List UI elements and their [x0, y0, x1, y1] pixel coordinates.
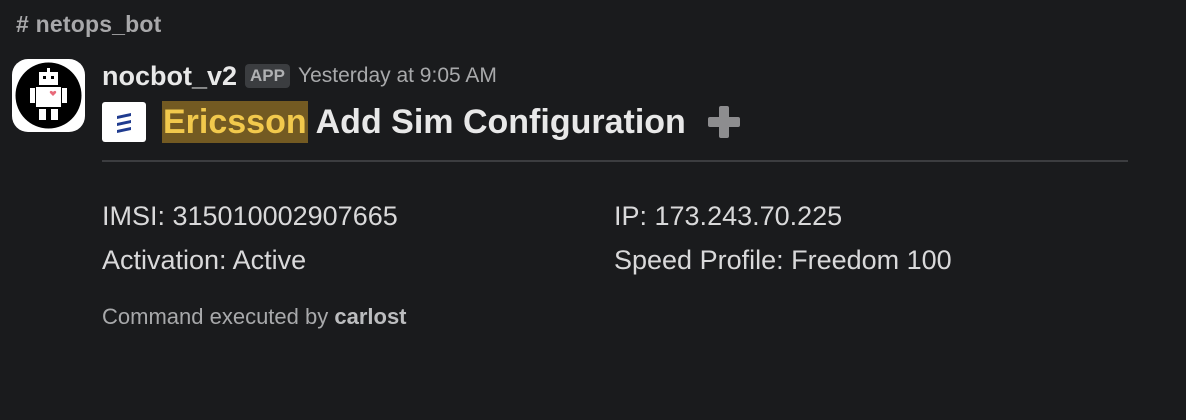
ip-field: IP: 173.243.70.225	[614, 201, 843, 231]
section-divider	[102, 160, 1128, 162]
activation-field: Activation: Active	[102, 245, 307, 275]
title-highlight: Ericsson	[162, 101, 308, 143]
message-header: nocbot_v2 APP Yesterday at 9:05 AM	[102, 58, 497, 94]
avatar[interactable]	[12, 59, 85, 132]
message-title: Ericsson Add Sim Configuration	[102, 100, 744, 144]
app-badge: APP	[245, 64, 290, 88]
speed-profile-field: Speed Profile: Freedom 100	[614, 245, 952, 275]
channel-name: netops_bot	[35, 11, 162, 37]
message-footer: Command executed by carlost	[102, 304, 407, 330]
footer-user: carlost	[334, 304, 407, 329]
message-timestamp[interactable]: Yesterday at 9:05 AM	[298, 64, 497, 88]
ericsson-logo-icon	[102, 102, 146, 142]
footer-prefix: Command executed by	[102, 304, 329, 329]
channel-header[interactable]: # netops_bot	[16, 11, 162, 38]
title-text: Add Sim Configuration	[315, 102, 686, 141]
heavy-plus-icon	[704, 102, 744, 142]
slack-message-view: # netops_bot nocbot_v2 APP Yesterday at …	[0, 0, 1186, 420]
imsi-field: IMSI: 315010002907665	[102, 201, 398, 231]
channel-hash: #	[16, 11, 29, 37]
bot-name[interactable]: nocbot_v2	[102, 61, 237, 92]
robot-icon	[15, 62, 82, 129]
